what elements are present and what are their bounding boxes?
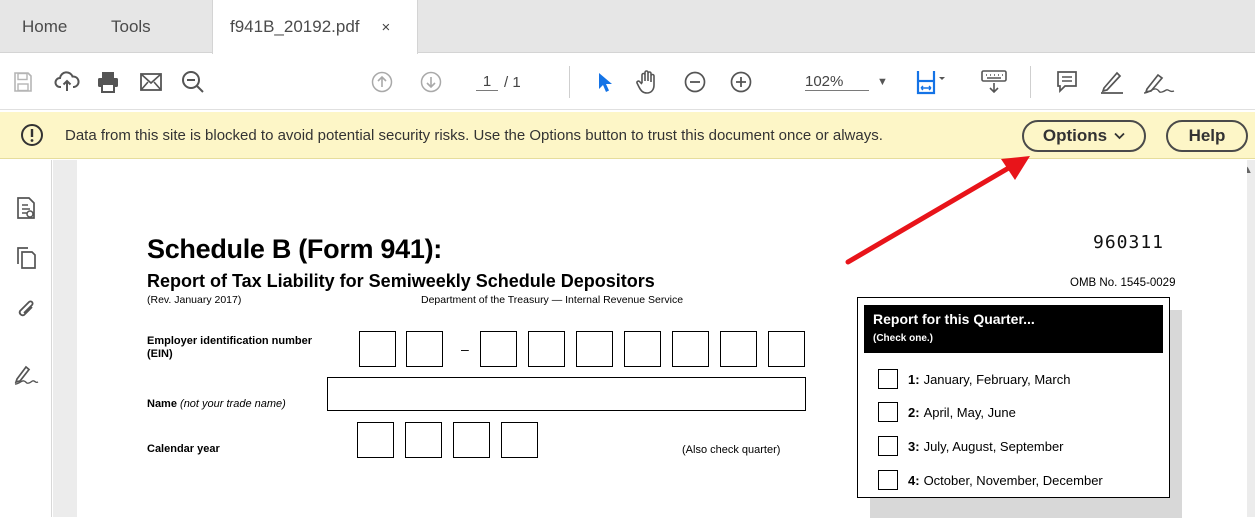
- calendar-year-digit-field[interactable]: [357, 422, 394, 458]
- ein-digit-field[interactable]: [480, 331, 517, 367]
- quarter-option[interactable]: 2: April, May, June: [878, 402, 1016, 422]
- ein-digit-field[interactable]: [768, 331, 805, 367]
- close-tab-icon[interactable]: ×: [382, 19, 391, 36]
- page-navigator[interactable]: 1 / 1: [476, 69, 521, 95]
- also-check-quarter-note: (Also check quarter): [682, 444, 781, 456]
- quarter-option-label: April, May, June: [923, 404, 1016, 420]
- sign-icon[interactable]: [1140, 67, 1180, 97]
- keyboard-icon[interactable]: [977, 67, 1011, 97]
- print-icon[interactable]: [93, 67, 123, 97]
- toolbar-divider: [1030, 66, 1031, 98]
- chevron-down-icon: [1114, 129, 1125, 143]
- quarter-option[interactable]: 1: January, February, March: [878, 369, 1070, 389]
- security-warning-bar: Data from this site is blocked to avoid …: [0, 112, 1255, 159]
- quarter-option-number: 1:: [908, 371, 920, 387]
- tab-home[interactable]: Home: [22, 0, 67, 53]
- quarter-option[interactable]: 4: October, November, December: [878, 470, 1103, 490]
- ein-digit-field[interactable]: [720, 331, 757, 367]
- tab-tools[interactable]: Tools: [111, 0, 151, 53]
- hand-tool-icon[interactable]: [632, 67, 662, 97]
- ein-digit-field[interactable]: [528, 331, 565, 367]
- quarter-option-label: January, February, March: [923, 371, 1071, 387]
- left-navigation-rail: [0, 160, 52, 517]
- quarter-checkbox[interactable]: [878, 369, 898, 389]
- document-viewport[interactable]: ▲ Schedule B (Form 941): Report of Tax L…: [53, 160, 1255, 518]
- ein-digit-field[interactable]: [672, 331, 709, 367]
- ein-separator: –: [461, 341, 469, 357]
- zoom-in-icon[interactable]: [726, 67, 756, 97]
- calendar-year-digit-field[interactable]: [453, 422, 490, 458]
- tab-tools-label: Tools: [111, 16, 151, 36]
- tab-document-label: f941B_20192.pdf: [230, 17, 360, 36]
- omb-number: OMB No. 1545-0029: [1070, 277, 1176, 289]
- help-button[interactable]: Help: [1166, 120, 1248, 152]
- tab-document[interactable]: f941B_20192.pdf ×: [212, 0, 418, 54]
- ein-digit-field[interactable]: [359, 331, 396, 367]
- page-thumbnails-icon[interactable]: [12, 194, 40, 222]
- calendar-year-label: Calendar year: [147, 443, 220, 455]
- quarter-option-label: October, November, December: [923, 472, 1103, 488]
- cloud-upload-icon[interactable]: [52, 67, 82, 97]
- form-revision: (Rev. January 2017): [147, 294, 242, 306]
- quarter-option-number: 3:: [908, 438, 920, 454]
- toolbar-divider: [569, 66, 570, 98]
- quarter-option[interactable]: 3: July, August, September: [878, 436, 1064, 456]
- quarter-checkbox[interactable]: [878, 402, 898, 422]
- name-label: Name (not your trade name): [147, 398, 286, 411]
- security-message: Data from this site is blocked to avoid …: [65, 127, 883, 144]
- form-subtitle: Report of Tax Liability for Semiweekly S…: [147, 271, 655, 291]
- zoom-level-value[interactable]: 102%: [805, 73, 869, 91]
- warning-icon: [20, 123, 44, 152]
- pdf-page: Schedule B (Form 941): Report of Tax Lia…: [77, 160, 1247, 518]
- email-icon[interactable]: [136, 67, 166, 97]
- calendar-year-digit-field[interactable]: [405, 422, 442, 458]
- quarter-checkbox[interactable]: [878, 436, 898, 456]
- quarter-option-label: July, August, September: [923, 438, 1064, 454]
- highlight-pen-icon[interactable]: [1097, 67, 1127, 97]
- zoom-out-icon[interactable]: [680, 67, 710, 97]
- quarter-option-number: 2:: [908, 404, 920, 420]
- options-button[interactable]: Options: [1022, 120, 1146, 152]
- quarter-heading-title: Report for this Quarter...: [873, 311, 1035, 327]
- fit-page-icon[interactable]: [912, 67, 952, 97]
- toolbar: 1 / 1 102% ▼: [0, 54, 1255, 110]
- quarter-selection-box: Report for this Quarter... (Check one.) …: [857, 297, 1170, 498]
- name-label-hint: (not your trade name): [180, 398, 286, 410]
- ein-label-abbr: (EIN): [147, 348, 173, 360]
- chevron-down-icon: ▼: [877, 76, 888, 88]
- ein-label: Employer identification number (EIN): [147, 335, 312, 361]
- tab-home-label: Home: [22, 16, 68, 36]
- form-title: Schedule B (Form 941):: [147, 234, 442, 264]
- help-button-label: Help: [1188, 126, 1226, 145]
- select-arrow-icon[interactable]: [590, 67, 620, 97]
- ein-digit-field[interactable]: [406, 331, 443, 367]
- name-label-text: Name: [147, 398, 177, 410]
- name-field[interactable]: [327, 377, 806, 411]
- page-up-icon[interactable]: [367, 67, 397, 97]
- ein-label-text: Employer identification number: [147, 335, 313, 347]
- total-pages: / 1: [504, 73, 521, 91]
- comment-icon[interactable]: [1052, 67, 1082, 97]
- quarter-checkbox[interactable]: [878, 470, 898, 490]
- options-button-label: Options: [1042, 126, 1108, 145]
- attachment-icon[interactable]: [12, 296, 40, 324]
- current-page-input[interactable]: 1: [476, 73, 498, 91]
- quarter-option-number: 4:: [908, 472, 920, 488]
- calendar-year-digit-field[interactable]: [501, 422, 538, 458]
- search-zoom-icon[interactable]: [178, 67, 208, 97]
- zoom-level-select[interactable]: 102% ▼: [805, 69, 888, 95]
- page-down-icon[interactable]: [416, 67, 446, 97]
- quarter-heading-sub: (Check one.): [873, 333, 934, 344]
- form-department: Department of the Treasury — Internal Re…: [421, 294, 684, 306]
- copy-pages-icon[interactable]: [12, 244, 40, 272]
- tab-bar: Home Tools f941B_20192.pdf ×: [0, 0, 1255, 54]
- signature-icon[interactable]: [12, 360, 40, 388]
- ein-digit-field[interactable]: [624, 331, 661, 367]
- ein-digit-field[interactable]: [576, 331, 613, 367]
- save-icon[interactable]: [8, 67, 38, 97]
- quarter-heading: Report for this Quarter... (Check one.): [864, 305, 1163, 353]
- form-code: 960311: [1093, 232, 1165, 253]
